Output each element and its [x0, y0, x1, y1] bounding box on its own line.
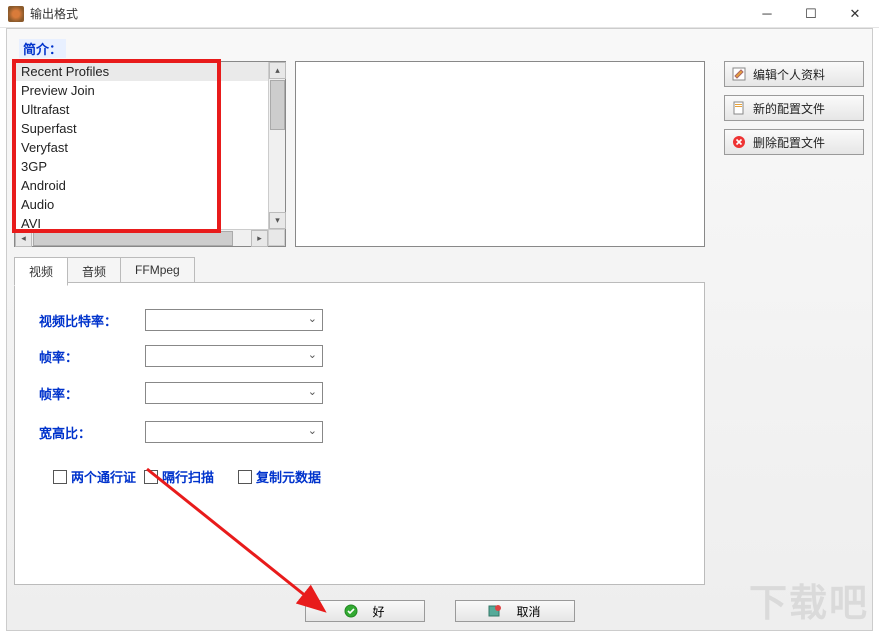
- button-label: 新的配置文件: [753, 100, 825, 117]
- list-item[interactable]: Recent Profiles: [15, 62, 268, 81]
- minimize-button[interactable]: ─: [745, 1, 789, 27]
- ok-button[interactable]: 好: [305, 600, 425, 622]
- video-bitrate-label: 视频比特率：: [39, 311, 145, 330]
- list-item[interactable]: Audio: [15, 195, 268, 214]
- tab-content-video: 视频比特率： 帧率： 帧率： 宽高比： 两个通行证 隔行扫描: [14, 282, 705, 585]
- delete-profile-button[interactable]: 删除配置文件: [724, 129, 864, 155]
- button-label: 删除配置文件: [753, 134, 825, 151]
- cancel-button[interactable]: 取消: [455, 600, 575, 622]
- checkbox-icon: [53, 470, 67, 484]
- vertical-scrollbar[interactable]: ▴ ▾: [268, 62, 285, 229]
- checkbox-row: 两个通行证 隔行扫描 复制元数据: [53, 467, 321, 486]
- content-panel: 简介： Recent Profiles Preview Join Ultrafa…: [6, 28, 873, 631]
- close-button[interactable]: ✕: [833, 1, 877, 27]
- scroll-corner: [268, 229, 285, 246]
- button-label: 编辑个人资料: [753, 66, 825, 83]
- framerate2-label: 帧率：: [39, 384, 145, 403]
- scroll-left-button[interactable]: ◂: [15, 230, 32, 247]
- form-row-aspect: 宽高比：: [39, 421, 323, 443]
- interlaced-checkbox[interactable]: 隔行扫描: [144, 467, 214, 486]
- list-item[interactable]: Ultrafast: [15, 100, 268, 119]
- framerate2-combo[interactable]: [145, 382, 323, 404]
- new-profile-button[interactable]: 新的配置文件: [724, 95, 864, 121]
- checkbox-label: 隔行扫描: [162, 467, 214, 486]
- pencil-icon: [731, 66, 747, 82]
- bottom-button-bar: 好 取消: [7, 600, 872, 622]
- window-title: 输出格式: [30, 5, 78, 22]
- title-bar: 输出格式 ─ ☐ ✕: [0, 0, 879, 28]
- scroll-thumb[interactable]: [270, 80, 285, 130]
- delete-icon: [731, 134, 747, 150]
- scroll-down-button[interactable]: ▾: [269, 212, 286, 229]
- list-item[interactable]: 3GP: [15, 157, 268, 176]
- document-icon: [731, 100, 747, 116]
- check-icon: [344, 604, 358, 618]
- scroll-up-button[interactable]: ▴: [269, 62, 286, 79]
- horizontal-scrollbar[interactable]: ◂ ▸: [15, 229, 268, 246]
- list-item[interactable]: Superfast: [15, 119, 268, 138]
- list-item[interactable]: Veryfast: [15, 138, 268, 157]
- checkbox-label: 复制元数据: [256, 467, 321, 486]
- checkbox-label: 两个通行证: [71, 467, 136, 486]
- two-pass-checkbox[interactable]: 两个通行证: [53, 467, 136, 486]
- framerate-label: 帧率：: [39, 347, 145, 366]
- maximize-button[interactable]: ☐: [789, 1, 833, 27]
- intro-label: 简介：: [19, 39, 66, 58]
- side-buttons: 编辑个人资料 新的配置文件 删除配置文件: [724, 61, 864, 163]
- form-row-framerate1: 帧率：: [39, 345, 323, 367]
- form-row-bitrate: 视频比特率：: [39, 309, 323, 331]
- scroll-right-button[interactable]: ▸: [251, 230, 268, 247]
- edit-profile-button[interactable]: 编辑个人资料: [724, 61, 864, 87]
- checkbox-icon: [144, 470, 158, 484]
- cancel-icon: [488, 604, 502, 618]
- form-row-framerate2: 帧率：: [39, 382, 323, 404]
- copy-metadata-checkbox[interactable]: 复制元数据: [238, 467, 321, 486]
- list-item[interactable]: AVI: [15, 214, 268, 229]
- video-bitrate-combo[interactable]: [145, 309, 323, 331]
- button-label: 好: [372, 603, 384, 620]
- aspect-ratio-combo[interactable]: [145, 421, 323, 443]
- aspect-ratio-label: 宽高比：: [39, 423, 145, 442]
- app-icon: [8, 6, 24, 22]
- checkbox-icon: [238, 470, 252, 484]
- list-item[interactable]: Android: [15, 176, 268, 195]
- list-item[interactable]: Preview Join: [15, 81, 268, 100]
- preview-pane: [295, 61, 705, 247]
- tab-video[interactable]: 视频: [14, 257, 68, 286]
- profile-list-container: Recent Profiles Preview Join Ultrafast S…: [14, 61, 286, 247]
- scroll-thumb[interactable]: [33, 231, 233, 246]
- framerate-combo[interactable]: [145, 345, 323, 367]
- profile-list[interactable]: Recent Profiles Preview Join Ultrafast S…: [15, 62, 268, 229]
- button-label: 取消: [516, 603, 540, 620]
